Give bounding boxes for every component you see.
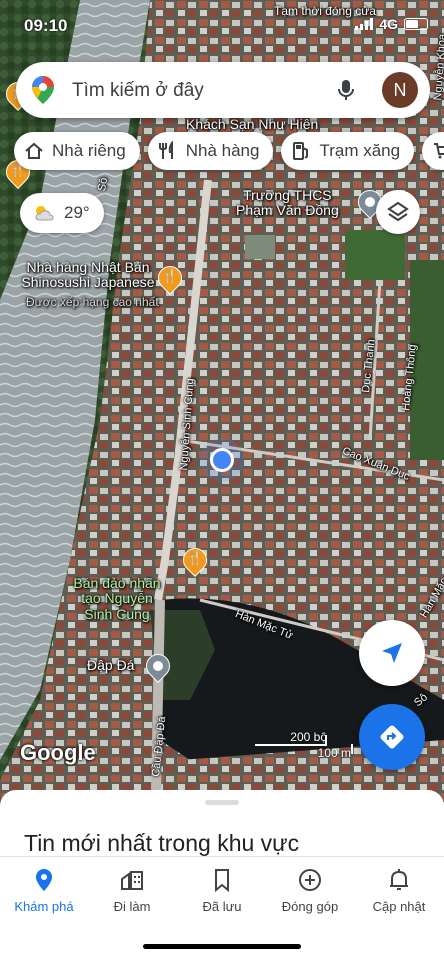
layers-button[interactable] [376, 190, 420, 234]
tab-label: Khám phá [14, 899, 74, 914]
tab-label: Đi làm [113, 899, 151, 914]
chip-home[interactable]: Nhà riêng [14, 132, 140, 170]
google-maps-logo-icon [32, 76, 54, 104]
shopping-cart-icon [434, 143, 444, 159]
explore-pin-icon [36, 869, 52, 891]
signal-icon [355, 18, 374, 30]
bookmark-icon [215, 869, 229, 893]
directions-button[interactable] [359, 704, 425, 770]
street-label-song-left: Sô [96, 176, 111, 193]
search-bar[interactable]: Tìm kiếm ở đây N [16, 62, 430, 118]
category-chips: Nhà riêng Nhà hàng Trạm xăng [14, 132, 444, 170]
map-label-restaurant[interactable]: Nhà hàng Nhật Bản Shinosushi Japanese [0, 259, 176, 291]
battery-icon [404, 18, 428, 30]
home-indicator [143, 944, 301, 949]
google-brand-logo: Google [20, 740, 96, 765]
directions-icon [380, 725, 404, 749]
restaurant-pin-icon-4[interactable]: 🍴 [178, 543, 212, 578]
tab-contribute[interactable]: Đóng góp [266, 867, 354, 914]
tab-explore[interactable]: Khám phá [0, 867, 88, 914]
layers-icon [387, 201, 409, 222]
tab-label: Đóng góp [281, 899, 339, 914]
home-icon [25, 142, 43, 159]
chip-restaurants[interactable]: Nhà hàng [147, 132, 274, 170]
map-label-peninsula[interactable]: Bán đảo nhân tạo Nguyễn Sinh Cung [52, 575, 182, 622]
peninsula-line2: tạo Nguyễn [81, 590, 153, 607]
sheet-title: Tin mới nhất trong khu vực [24, 830, 300, 856]
tab-saved[interactable]: Đã lưu [178, 867, 266, 914]
bell-icon [390, 869, 408, 890]
chip-label: Trạm xăng [319, 141, 401, 160]
peninsula-line3: Sinh Cung [84, 605, 150, 622]
school-name-line2: Phạm Văn Đồng [236, 202, 339, 219]
restaurant-icon [158, 141, 173, 159]
weather-chip[interactable]: 29° [20, 193, 104, 233]
tab-label: Cập nhật [372, 899, 426, 914]
sheet-drag-handle[interactable] [205, 800, 239, 805]
tab-updates[interactable]: Cập nhật [355, 867, 443, 914]
chip-label: Nhà hàng [185, 141, 260, 160]
restaurant-name-line2: Shinosushi Japanese [21, 274, 155, 291]
map-label-school[interactable]: Trường THCS Phạm Văn Đồng [236, 187, 339, 219]
weather-temperature: 29° [64, 203, 90, 222]
tab-commute[interactable]: Đi làm [88, 867, 176, 914]
gas-station-icon [293, 142, 309, 160]
add-circle-icon [299, 869, 321, 891]
status-time: 09:10 [24, 16, 68, 35]
restaurant-pin-icon[interactable]: 🍴 [153, 261, 187, 296]
map-label-dap-da[interactable]: Đập Đá [87, 657, 134, 673]
my-location-button[interactable] [359, 620, 425, 686]
scale-label-imperial: 200 bộ [290, 730, 327, 744]
avatar[interactable]: N [382, 72, 418, 108]
map-scale: 200 bộ 100 m [255, 730, 355, 760]
scale-label-metric: 100 m [317, 746, 351, 760]
partly-cloudy-icon [35, 206, 54, 221]
status-bar: 09:10 4G [0, 0, 444, 44]
navigation-arrow-icon [382, 643, 402, 663]
network-type: 4G [379, 16, 398, 32]
current-location-dot [210, 448, 234, 472]
map-label-hotel[interactable]: Khách Sạn Như Hiên [186, 116, 318, 132]
commute-icon [121, 871, 143, 890]
chip-gas-stations[interactable]: Trạm xăng [281, 132, 415, 170]
tab-label: Đã lưu [202, 899, 242, 914]
dam-pin-icon[interactable] [141, 649, 175, 684]
search-input[interactable]: Tìm kiếm ở đây [72, 80, 204, 102]
chip-more[interactable] [422, 132, 444, 170]
chip-label: Nhà riêng [52, 141, 126, 160]
mic-icon[interactable] [334, 78, 358, 102]
restaurant-rating: Được xếp hạng cao nhất [26, 295, 159, 309]
